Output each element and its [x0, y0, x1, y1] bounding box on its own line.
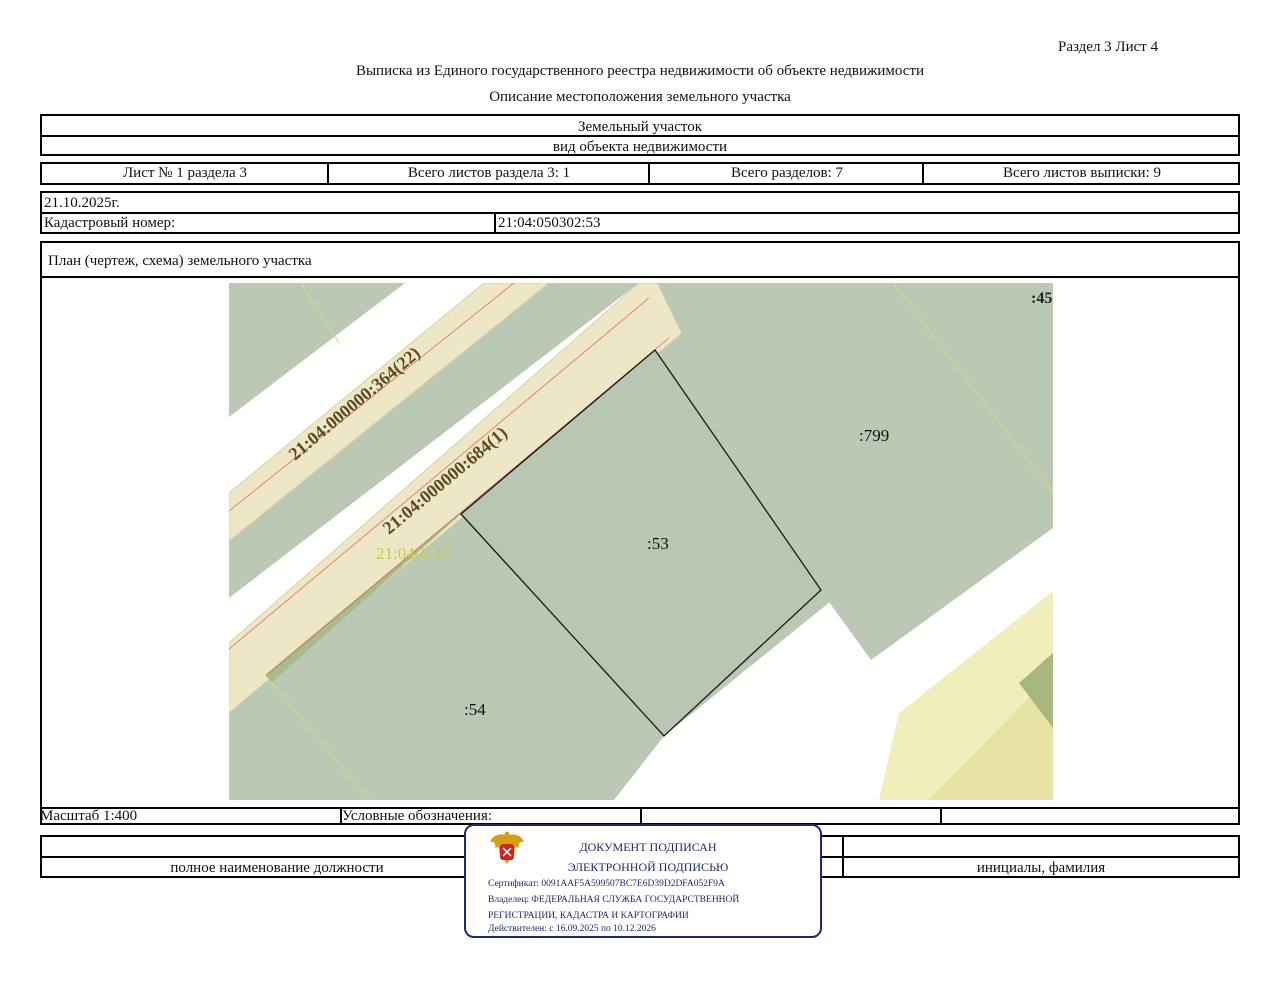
label-parcel-45: :45	[1031, 290, 1052, 307]
scale-label: Масштаб 1:400	[40, 808, 138, 824]
document-subtitle: Описание местоположения земельного участ…	[489, 89, 791, 105]
stamp-certificate: Сертификат: 0091AAF5A599507BC7E6D39D2DFA…	[488, 879, 725, 889]
plan-drawing: 21:04:000000:364(22) 21:04:000000:684(1)…	[229, 283, 1053, 800]
position-caption: полное наименование должности	[170, 860, 384, 876]
legend-label: Условные обозначения:	[342, 808, 493, 824]
total-section-sheets: Всего листов раздела 3: 1	[407, 165, 571, 181]
document-title: Выписка из Единого государственного реес…	[355, 63, 925, 79]
cadastral-number-label: Кадастровый номер:	[44, 215, 176, 231]
object-type-table: Земельный участок вид объекта недвижимос…	[40, 114, 1240, 156]
stamp-line-2: ЭЛЕКТРОННОЙ ПОДПИСЬЮ	[567, 860, 729, 874]
label-parcel-53: :53	[647, 534, 669, 553]
object-type-caption: вид объекта недвижимости	[552, 139, 728, 155]
object-type: Земельный участок	[577, 119, 703, 135]
cadastral-number-value: 21:04:050302:53	[498, 215, 601, 231]
total-extract-sheets: Всего листов выписки: 9	[1003, 165, 1161, 181]
stamp-owner-1: Владелец: ФЕДЕРАЛЬНАЯ СЛУЖБА ГОСУДАРСТВЕ…	[488, 895, 740, 905]
stamp-valid: Действителен: с 16.09.2025 по 10.12.2026	[488, 924, 656, 934]
extract-date: 21.10.2025г.	[44, 195, 120, 211]
name-caption: инициалы, фамилия	[976, 860, 1106, 876]
electronic-signature-stamp: ДОКУМЕНТ ПОДПИСАН ЭЛЕКТРОННОЙ ПОДПИСЬЮ С…	[464, 824, 822, 938]
section-sheet-label: Раздел 3 Лист 4	[1058, 39, 1159, 55]
plan-title: План (чертеж, схема) земельного участка	[48, 253, 312, 269]
label-zone-647: 21:04-6.47	[376, 544, 451, 563]
stamp-owner-2: РЕГИСТРАЦИИ, КАДАСТРА И КАРТОГРАФИИ	[488, 911, 689, 921]
sheet-number: Лист № 1 раздела 3	[123, 165, 247, 181]
stamp-line-1: ДОКУМЕНТ ПОДПИСАН	[579, 840, 717, 854]
label-parcel-799: :799	[859, 426, 889, 445]
total-sections: Всего разделов: 7	[730, 165, 844, 181]
label-parcel-54: :54	[464, 700, 486, 719]
scale-legend-row: Масштаб 1:400 Условные обозначения:	[40, 807, 1240, 825]
sheet-info-row: Лист № 1 раздела 3 Всего листов раздела …	[40, 162, 1240, 185]
cadastral-table: 21.10.2025г. Кадастровый номер: 21:04:05…	[40, 191, 1240, 234]
